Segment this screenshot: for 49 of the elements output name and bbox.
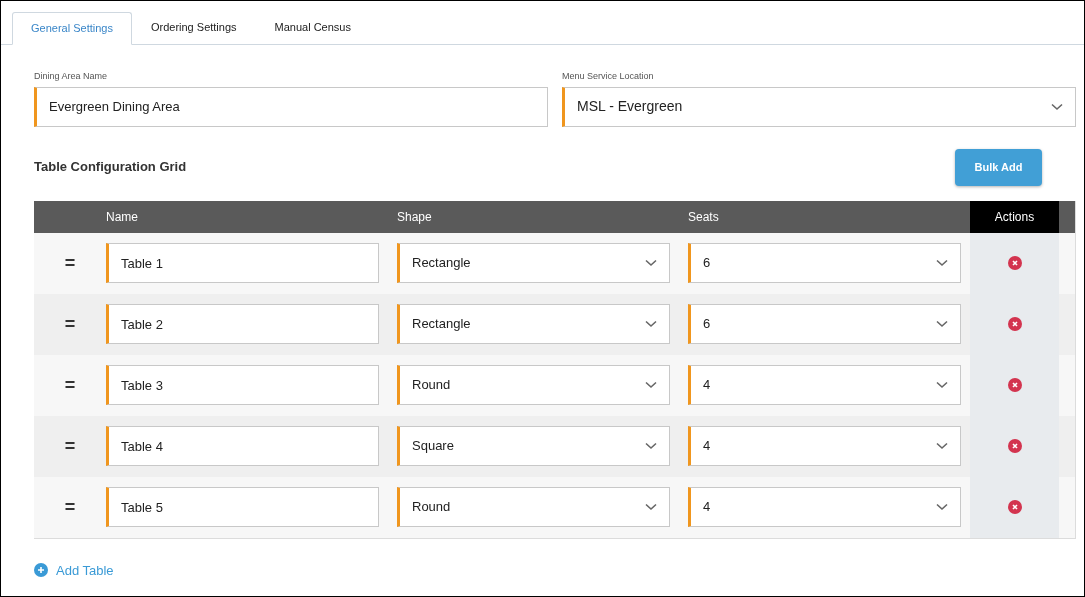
shape-select[interactable]: Square <box>397 426 670 466</box>
chevron-down-icon <box>936 320 948 328</box>
table-name-field[interactable]: Table 4 <box>106 426 379 466</box>
dining-area-name-field[interactable]: Evergreen Dining Area <box>34 86 548 127</box>
shape-select[interactable]: Round <box>397 487 670 527</box>
menu-service-location-select[interactable]: MSL - Evergreen <box>562 86 1076 127</box>
delete-icon[interactable] <box>1007 500 1022 514</box>
delete-icon[interactable] <box>1007 378 1022 392</box>
column-header: Shape <box>397 208 432 226</box>
field-label: Menu Service Location <box>562 70 655 83</box>
chevron-down-icon <box>645 503 657 511</box>
table-name-field[interactable]: Table 5 <box>106 487 379 527</box>
seats-select[interactable]: 4 <box>688 426 961 466</box>
tab[interactable]: Manual Census <box>255 11 370 44</box>
table-name-field[interactable]: Table 3 <box>106 365 379 405</box>
seats-select[interactable]: 6 <box>688 304 961 344</box>
table-name-field[interactable]: Table 1 <box>106 243 379 283</box>
section-title: Table Configuration Grid <box>34 158 187 177</box>
column-header: Actions <box>994 208 1035 226</box>
delete-icon[interactable] <box>1007 256 1022 270</box>
chevron-down-icon <box>645 442 657 450</box>
chevron-down-icon <box>645 259 657 267</box>
drag-handle[interactable]: = <box>64 498 76 516</box>
column-header: Name <box>106 208 138 226</box>
chevron-down-icon <box>645 381 657 389</box>
seats-select[interactable]: 4 <box>688 365 961 405</box>
table-name-field[interactable]: Table 2 <box>106 304 379 344</box>
drag-handle[interactable]: = <box>64 254 76 272</box>
plus-icon <box>34 563 48 578</box>
chevron-down-icon <box>936 381 948 389</box>
tab[interactable]: General Settings <box>12 12 132 45</box>
chevron-down-icon <box>936 442 948 450</box>
chevron-down-icon <box>645 320 657 328</box>
shape-select[interactable]: Rectangle <box>397 243 670 283</box>
delete-icon[interactable] <box>1007 439 1022 453</box>
column-header: Seats <box>688 208 719 226</box>
shape-select[interactable]: Round <box>397 365 670 405</box>
drag-handle[interactable]: = <box>64 376 76 394</box>
field-label: Dining Area Name <box>34 70 109 83</box>
drag-handle[interactable]: = <box>64 437 76 455</box>
chevron-down-icon <box>936 503 948 511</box>
chevron-down-icon <box>936 259 948 267</box>
seats-select[interactable]: 6 <box>688 243 961 283</box>
delete-icon[interactable] <box>1007 317 1022 331</box>
shape-select[interactable]: Rectangle <box>397 304 670 344</box>
tab[interactable]: Ordering Settings <box>131 11 256 44</box>
drag-handle[interactable]: = <box>64 315 76 333</box>
seats-select[interactable]: 4 <box>688 487 961 527</box>
chevron-down-icon <box>1051 102 1063 111</box>
